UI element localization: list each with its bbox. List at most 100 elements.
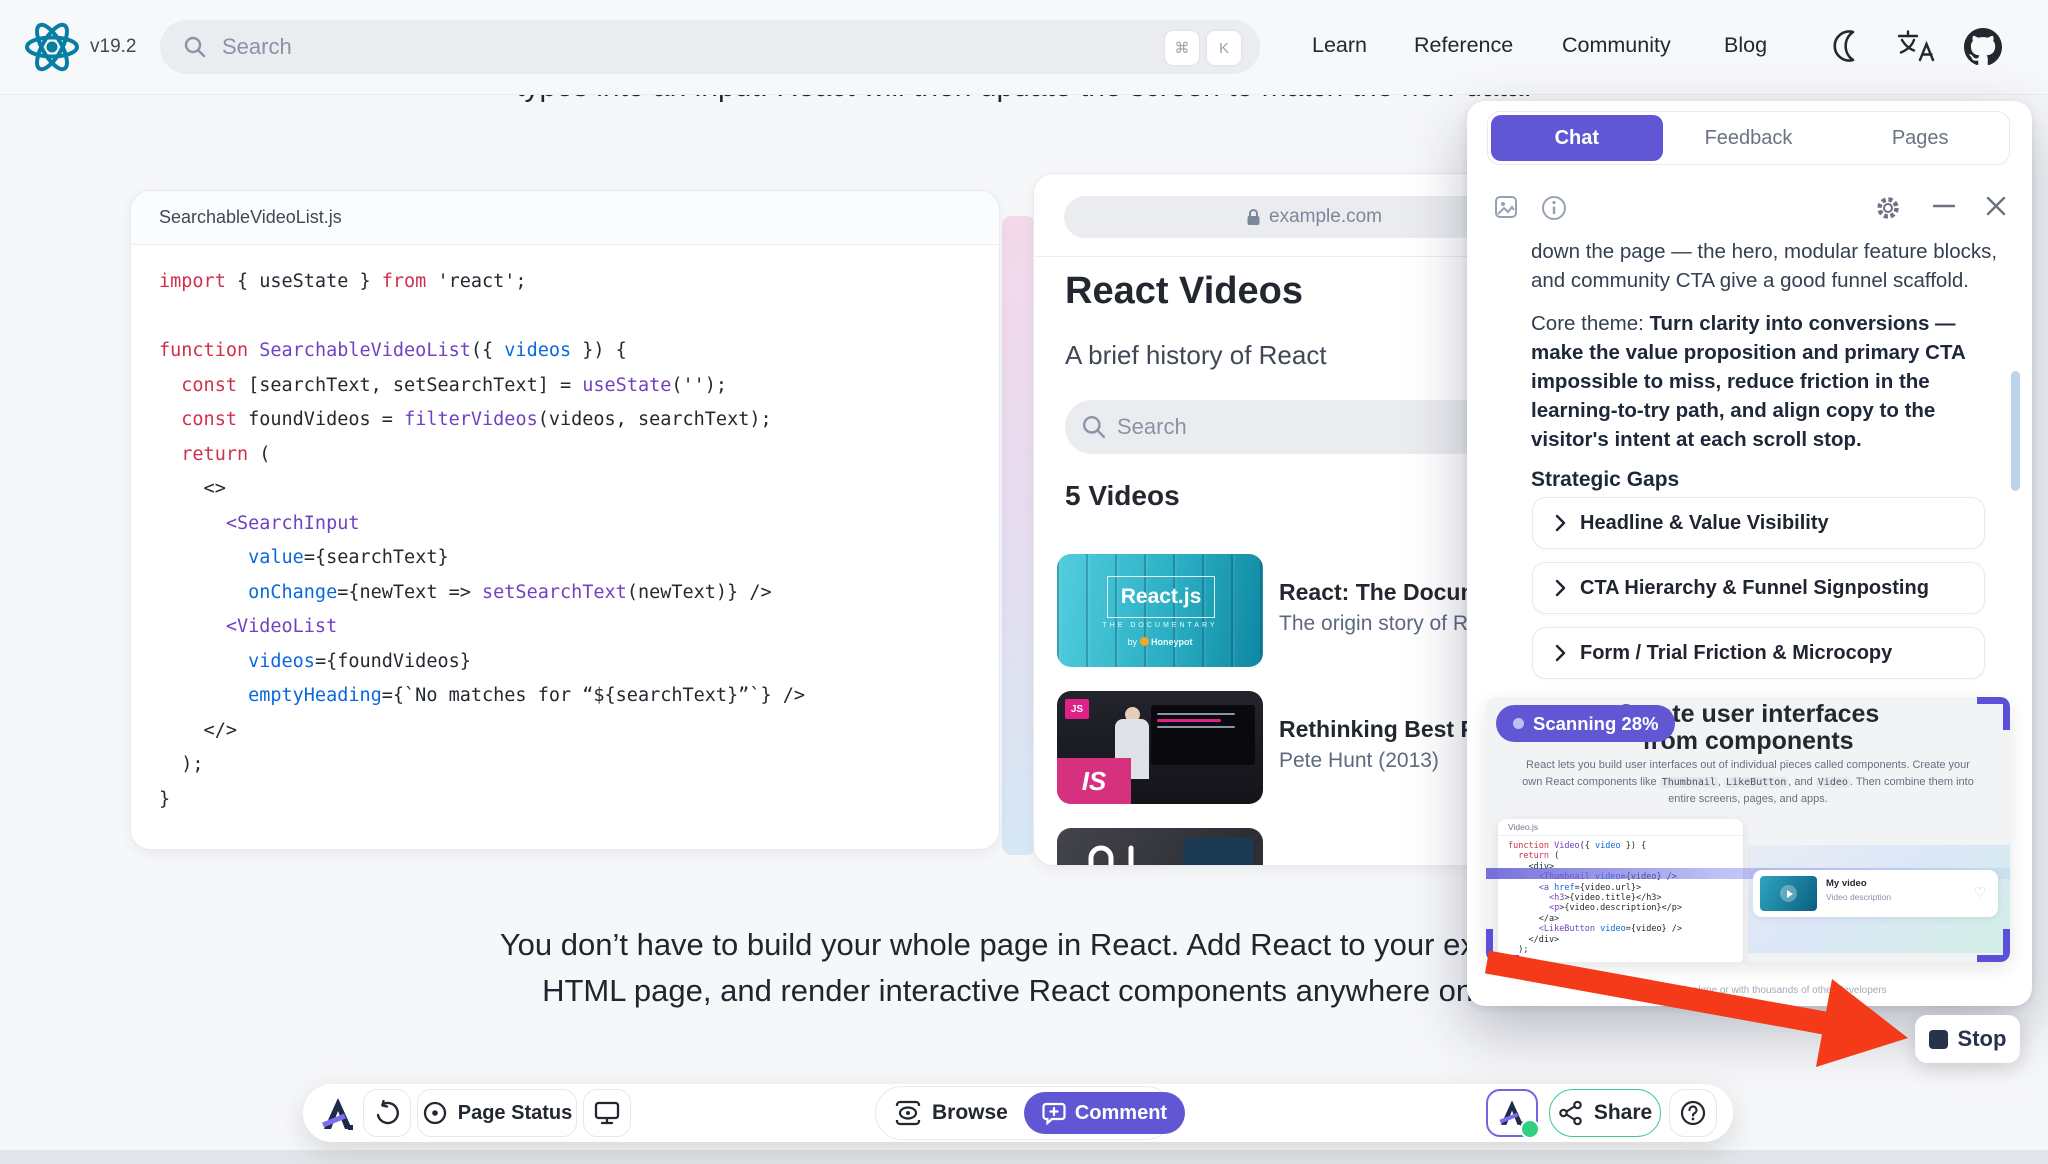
code-line: <LikeButton video={video} /> xyxy=(1508,924,1743,934)
code-line: <SearchInput xyxy=(159,513,999,548)
code-line: <p>{video.description}</p> xyxy=(1508,903,1743,913)
preview-video-title: My video xyxy=(1826,878,1867,889)
preview-cut-text: Whether you work alone or with thousands… xyxy=(1486,985,2010,996)
assistant-message: down the page — the hero, modular featur… xyxy=(1531,237,1999,295)
gear-icon[interactable] xyxy=(1875,195,1901,221)
code-line: <VideoList xyxy=(159,616,999,651)
insight-accordion-list: Headline & Value Visibility CTA Hierarch… xyxy=(1532,497,1985,679)
video-thumbnail: React.js THE DOCUMENTARY by Honeypot xyxy=(1057,554,1263,667)
code-line: emptyHeading={`No matches for “${searchT… xyxy=(159,685,999,720)
code-line: import { useState } from 'react'; xyxy=(159,271,999,306)
help-button[interactable] xyxy=(1669,1089,1717,1137)
insight-accordion-item[interactable]: Form / Trial Friction & Microcopy xyxy=(1532,627,1985,679)
react-logo-icon[interactable] xyxy=(24,19,80,75)
code-line: <h3>{video.title}</h3> xyxy=(1508,893,1743,903)
preview-video-card: My video Video description ♡ xyxy=(1753,870,1998,917)
browse-label: Browse xyxy=(932,1101,1008,1125)
page-status-label: Page Status xyxy=(458,1102,572,1125)
scrollbar-thumb[interactable] xyxy=(2011,371,2020,491)
tab-feedback[interactable]: Feedback xyxy=(1663,115,1835,161)
chevron-right-icon xyxy=(1555,514,1566,532)
thumb-tag: THE DOCUMENTARY xyxy=(1057,622,1263,629)
accordion-label: Form / Trial Friction & Microcopy xyxy=(1580,642,1892,665)
code-line: </a> xyxy=(1508,914,1743,924)
close-icon[interactable] xyxy=(1985,195,2007,217)
code-line: } xyxy=(159,789,999,824)
comment-plus-icon xyxy=(1042,1101,1066,1125)
page-status-button[interactable]: Page Status xyxy=(417,1089,577,1137)
browse-button[interactable]: Browse xyxy=(894,1100,1008,1126)
nav-link-learn[interactable]: Learn xyxy=(1312,33,1367,58)
preview-video-desc: Video description xyxy=(1826,892,1891,902)
share-icon xyxy=(1558,1100,1584,1126)
online-status-dot xyxy=(1520,1119,1540,1139)
code-editor-panel: SearchableVideoList.js import { useState… xyxy=(130,190,1000,850)
app-logo-icon[interactable] xyxy=(319,1095,357,1133)
stop-label: Stop xyxy=(1958,1026,2007,1052)
assistant-message: Core theme: Turn clarity into conversion… xyxy=(1531,309,1999,454)
comment-label: Comment xyxy=(1075,1102,1167,1125)
kbd-k: K xyxy=(1206,30,1242,66)
code-line: } xyxy=(1508,955,1743,962)
page-status-icon xyxy=(422,1100,448,1126)
share-button[interactable]: Share xyxy=(1549,1089,1661,1137)
heart-icon: ♡ xyxy=(1973,884,1986,901)
minimize-icon[interactable] xyxy=(1933,203,1955,209)
videos-page-subtitle: A brief history of React xyxy=(1065,340,1327,371)
page-bottom-strip xyxy=(0,1150,2048,1164)
insight-accordion-item[interactable]: CTA Hierarchy & Funnel Signposting xyxy=(1532,562,1985,614)
monitor-icon xyxy=(594,1101,620,1125)
viewport-button[interactable] xyxy=(583,1089,631,1137)
page-scan-preview: Create user interfaces from components S… xyxy=(1486,697,2010,962)
search-input[interactable]: Search ⌘ K xyxy=(160,20,1260,74)
github-icon[interactable] xyxy=(1964,28,2002,66)
code-content[interactable]: import { useState } from 'react';functio… xyxy=(131,245,999,823)
accordion-label: Headline & Value Visibility xyxy=(1580,512,1829,535)
scanning-dot-icon xyxy=(1513,718,1524,729)
video-thumbnail: JS IS xyxy=(1057,691,1263,804)
preview-video-thumbnail xyxy=(1760,876,1817,911)
code-line: </div> xyxy=(1508,935,1743,945)
screenshot-image-icon[interactable] xyxy=(1494,195,1518,219)
stop-square-icon xyxy=(1929,1030,1948,1049)
help-icon xyxy=(1679,1099,1707,1127)
insight-accordion-item[interactable]: Headline & Value Visibility xyxy=(1532,497,1985,549)
annotation-toolbar: Page Status Browse xyxy=(303,1084,1733,1142)
preview-code-card: Video.js function Video({ video }) { ret… xyxy=(1498,819,1743,962)
strategic-gaps-heading: Strategic Gaps xyxy=(1531,468,1999,492)
tab-pages[interactable]: Pages xyxy=(1834,115,2006,161)
version-label[interactable]: v19.2 xyxy=(90,36,136,58)
top-navbar: v19.2 Search ⌘ K Learn Reference Communi… xyxy=(0,0,2048,95)
conference-logo-icon xyxy=(1085,844,1145,866)
honeypot-logo-icon xyxy=(1140,637,1149,646)
code-line: </> xyxy=(159,720,999,755)
info-icon[interactable] xyxy=(1541,195,1567,221)
nav-link-blog[interactable]: Blog xyxy=(1724,33,1767,58)
nav-link-reference[interactable]: Reference xyxy=(1414,33,1513,58)
code-file-tab[interactable]: SearchableVideoList.js xyxy=(131,191,999,245)
code-line: const [searchText, setSearchText] = useS… xyxy=(159,375,999,410)
tab-chat[interactable]: Chat xyxy=(1491,115,1663,161)
code-filename: SearchableVideoList.js xyxy=(159,207,342,228)
dark-mode-moon-icon[interactable] xyxy=(1832,28,1866,64)
url-text: example.com xyxy=(1269,206,1382,228)
search-icon xyxy=(1082,415,1106,439)
translate-icon[interactable] xyxy=(1896,28,1936,64)
podium-text: IS xyxy=(1082,766,1107,797)
comment-button[interactable]: Comment xyxy=(1024,1092,1185,1134)
videos-search-placeholder: Search xyxy=(1117,414,1187,440)
chat-tabbar: Chat Feedback Pages xyxy=(1487,111,2010,165)
search-icon xyxy=(184,36,206,58)
selection-bracket-icon xyxy=(1486,929,1519,962)
stop-button[interactable]: Stop xyxy=(1915,1015,2020,1063)
code-line: ); xyxy=(1508,945,1743,955)
preview-code-filename: Video.js xyxy=(1508,822,1538,832)
thumb-title: React.js xyxy=(1121,585,1202,609)
search-placeholder: Search xyxy=(222,34,292,60)
refresh-button[interactable] xyxy=(363,1089,411,1137)
nav-link-community[interactable]: Community xyxy=(1562,33,1671,58)
assistant-chat-panel: Chat Feedback Pages xyxy=(1467,101,2032,1006)
agent-button[interactable] xyxy=(1486,1089,1538,1137)
browse-eye-icon xyxy=(894,1100,922,1126)
chat-message-area: down the page — the hero, modular featur… xyxy=(1531,237,1999,510)
